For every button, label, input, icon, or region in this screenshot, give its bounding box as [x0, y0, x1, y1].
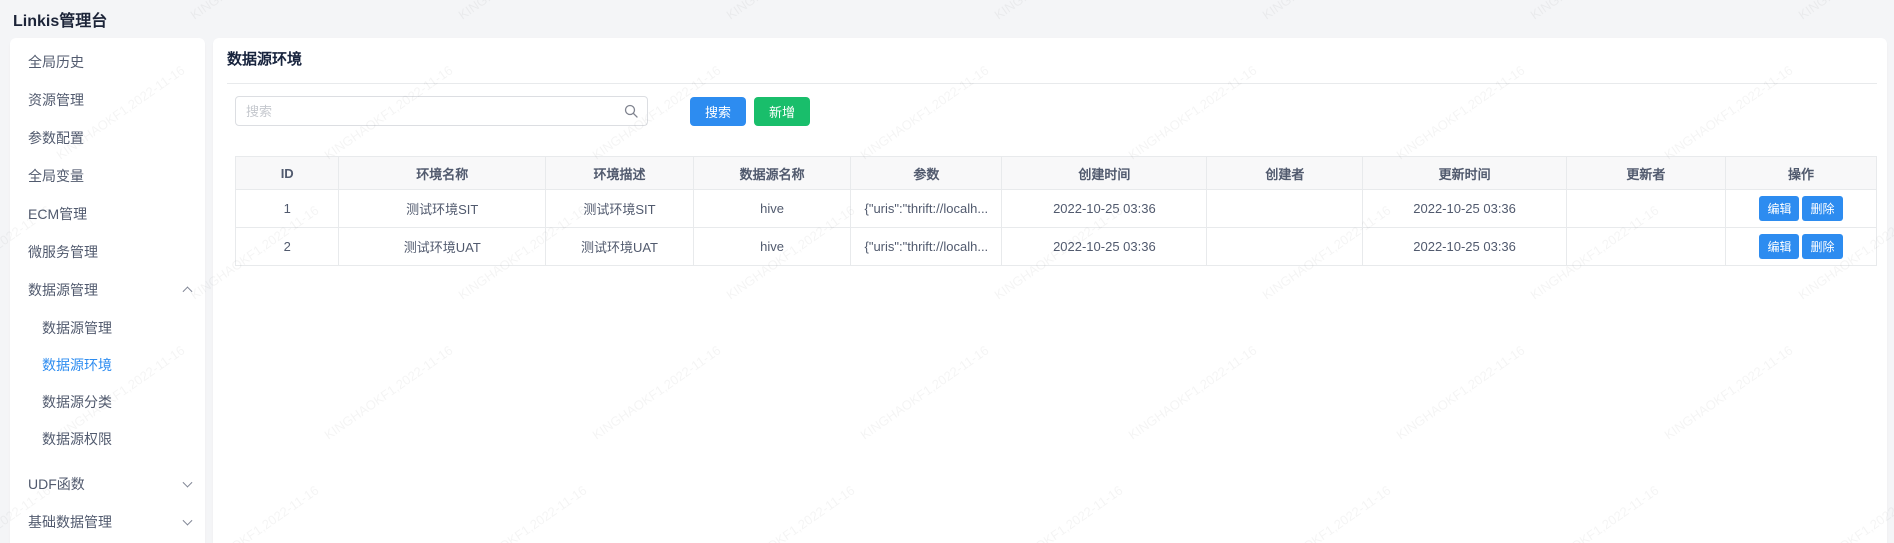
- search-icon: [623, 103, 639, 119]
- col-header-update-time: 更新时间: [1363, 157, 1566, 190]
- cell-datasource-name: hive: [693, 228, 851, 266]
- table-row: 2 测试环境UAT 测试环境UAT hive {"uris":"thrift:/…: [236, 228, 1877, 266]
- topbar: Linkis管理台: [0, 0, 1894, 38]
- sidebar-item-ecm-management[interactable]: ECM管理: [10, 195, 205, 233]
- cell-env-desc: 测试环境SIT: [546, 190, 694, 228]
- cell-create-time: 2022-10-25 03:36: [1002, 190, 1207, 228]
- cell-params: {"uris":"thrift://localh...: [851, 190, 1002, 228]
- sidebar-item-parameter-config[interactable]: 参数配置: [10, 119, 205, 157]
- title-divider: [227, 83, 1877, 84]
- search-input[interactable]: [235, 96, 648, 126]
- chevron-down-icon: [183, 516, 193, 526]
- delete-button[interactable]: 删除: [1802, 196, 1842, 221]
- sidebar-item-datasource-env[interactable]: 数据源环境: [10, 346, 205, 383]
- toolbar: 搜索 新增: [227, 96, 1877, 126]
- cell-datasource-name: hive: [693, 190, 851, 228]
- chevron-down-icon: [183, 478, 193, 488]
- main-panel: 数据源环境 搜索 新增 ID 环境名称 环境描述 数据源名称 参数 创建时间: [213, 38, 1887, 543]
- datasource-env-table: ID 环境名称 环境描述 数据源名称 参数 创建时间 创建者 更新时间 更新者 …: [235, 156, 1877, 266]
- sidebar-item-basic-data-management[interactable]: 基础数据管理: [10, 503, 205, 541]
- cell-env-name: 测试环境UAT: [339, 228, 546, 266]
- edit-button[interactable]: 编辑: [1759, 234, 1799, 259]
- sidebar-item-global-history[interactable]: 全局历史: [10, 43, 205, 81]
- table-header-row: ID 环境名称 环境描述 数据源名称 参数 创建时间 创建者 更新时间 更新者 …: [236, 157, 1877, 190]
- chevron-up-icon: [183, 286, 193, 296]
- cell-actions: 编辑删除: [1725, 228, 1876, 266]
- table-row: 1 测试环境SIT 测试环境SIT hive {"uris":"thrift:/…: [236, 190, 1877, 228]
- cell-env-name: 测试环境SIT: [339, 190, 546, 228]
- col-header-creator: 创建者: [1207, 157, 1363, 190]
- cell-create-time: 2022-10-25 03:36: [1002, 228, 1207, 266]
- cell-id: 1: [236, 190, 339, 228]
- cell-update-time: 2022-10-25 03:36: [1363, 190, 1566, 228]
- cell-actions: 编辑删除: [1725, 190, 1876, 228]
- col-header-params: 参数: [851, 157, 1002, 190]
- cell-creator: [1207, 190, 1363, 228]
- col-header-env-name: 环境名称: [339, 157, 546, 190]
- add-button[interactable]: 新增: [754, 97, 810, 126]
- cell-env-desc: 测试环境UAT: [546, 228, 694, 266]
- col-header-id: ID: [236, 157, 339, 190]
- delete-button[interactable]: 删除: [1802, 234, 1842, 259]
- edit-button[interactable]: 编辑: [1759, 196, 1799, 221]
- sidebar-item-global-variables[interactable]: 全局变量: [10, 157, 205, 195]
- app-title: Linkis管理台: [13, 7, 107, 31]
- search-wrap: [235, 96, 648, 126]
- col-header-actions: 操作: [1725, 157, 1876, 190]
- sidebar-item-datasource-management[interactable]: 数据源管理: [10, 271, 205, 309]
- cell-creator: [1207, 228, 1363, 266]
- page-title: 数据源环境: [227, 50, 1877, 70]
- cell-params: {"uris":"thrift://localh...: [851, 228, 1002, 266]
- sidebar-item-datasource-permission[interactable]: 数据源权限: [10, 420, 205, 457]
- col-header-datasource-name: 数据源名称: [693, 157, 851, 190]
- cell-updater: [1566, 190, 1725, 228]
- cell-updater: [1566, 228, 1725, 266]
- col-header-updater: 更新者: [1566, 157, 1725, 190]
- cell-update-time: 2022-10-25 03:36: [1363, 228, 1566, 266]
- cell-id: 2: [236, 228, 339, 266]
- sidebar: 全局历史 资源管理 参数配置 全局变量 ECM管理 微服务管理 数据源管理 数据…: [10, 38, 205, 543]
- col-header-env-desc: 环境描述: [546, 157, 694, 190]
- sidebar-item-udf-functions[interactable]: UDF函数: [10, 465, 205, 503]
- sidebar-item-datasource-category[interactable]: 数据源分类: [10, 383, 205, 420]
- search-button[interactable]: 搜索: [690, 97, 746, 126]
- sidebar-item-resource-management[interactable]: 资源管理: [10, 81, 205, 119]
- col-header-create-time: 创建时间: [1002, 157, 1207, 190]
- sidebar-item-microservice-management[interactable]: 微服务管理: [10, 233, 205, 271]
- sidebar-item-datasource-management-sub[interactable]: 数据源管理: [10, 309, 205, 346]
